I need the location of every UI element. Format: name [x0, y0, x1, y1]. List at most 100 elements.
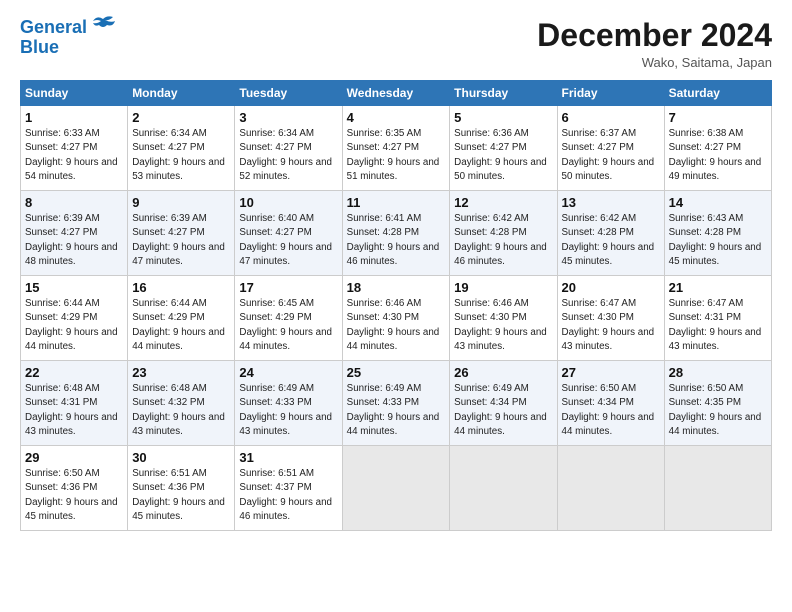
- day-number: 31: [239, 450, 337, 465]
- weekday-header: Friday: [557, 81, 664, 106]
- day-info: Sunrise: 6:51 AM Sunset: 4:36 PM Dayligh…: [132, 467, 230, 524]
- day-number: 24: [239, 365, 337, 380]
- day-info: Sunrise: 6:38 AM Sunset: 4:27 PM Dayligh…: [669, 127, 767, 184]
- calendar-cell: 22 Sunrise: 6:48 AM Sunset: 4:31 PM Dayl…: [21, 361, 128, 446]
- day-info: Sunrise: 6:48 AM Sunset: 4:32 PM Dayligh…: [132, 382, 230, 439]
- day-info: Sunrise: 6:46 AM Sunset: 4:30 PM Dayligh…: [347, 297, 446, 354]
- day-info: Sunrise: 6:40 AM Sunset: 4:27 PM Dayligh…: [239, 212, 337, 269]
- day-number: 15: [25, 280, 123, 295]
- calendar-cell: 1 Sunrise: 6:33 AM Sunset: 4:27 PM Dayli…: [21, 106, 128, 191]
- day-info: Sunrise: 6:49 AM Sunset: 4:34 PM Dayligh…: [454, 382, 552, 439]
- logo-text: General: [20, 18, 87, 38]
- calendar-cell: 30 Sunrise: 6:51 AM Sunset: 4:36 PM Dayl…: [128, 446, 235, 531]
- calendar-cell: [557, 446, 664, 531]
- day-info: Sunrise: 6:45 AM Sunset: 4:29 PM Dayligh…: [239, 297, 337, 354]
- day-number: 29: [25, 450, 123, 465]
- day-info: Sunrise: 6:33 AM Sunset: 4:27 PM Dayligh…: [25, 127, 123, 184]
- day-number: 6: [562, 110, 660, 125]
- month-title: December 2024: [537, 18, 772, 53]
- day-info: Sunrise: 6:42 AM Sunset: 4:28 PM Dayligh…: [454, 212, 552, 269]
- day-number: 4: [347, 110, 446, 125]
- calendar-cell: [342, 446, 450, 531]
- calendar-week-row: 1 Sunrise: 6:33 AM Sunset: 4:27 PM Dayli…: [21, 106, 772, 191]
- day-info: Sunrise: 6:41 AM Sunset: 4:28 PM Dayligh…: [347, 212, 446, 269]
- day-info: Sunrise: 6:39 AM Sunset: 4:27 PM Dayligh…: [25, 212, 123, 269]
- logo-general: General: [20, 17, 87, 37]
- weekday-header: Wednesday: [342, 81, 450, 106]
- day-number: 20: [562, 280, 660, 295]
- day-number: 28: [669, 365, 767, 380]
- weekday-header: Tuesday: [235, 81, 342, 106]
- day-info: Sunrise: 6:35 AM Sunset: 4:27 PM Dayligh…: [347, 127, 446, 184]
- calendar-cell: 26 Sunrise: 6:49 AM Sunset: 4:34 PM Dayl…: [450, 361, 557, 446]
- day-info: Sunrise: 6:47 AM Sunset: 4:30 PM Dayligh…: [562, 297, 660, 354]
- calendar-cell: 27 Sunrise: 6:50 AM Sunset: 4:34 PM Dayl…: [557, 361, 664, 446]
- day-number: 11: [347, 195, 446, 210]
- day-info: Sunrise: 6:50 AM Sunset: 4:34 PM Dayligh…: [562, 382, 660, 439]
- day-info: Sunrise: 6:50 AM Sunset: 4:35 PM Dayligh…: [669, 382, 767, 439]
- day-info: Sunrise: 6:47 AM Sunset: 4:31 PM Dayligh…: [669, 297, 767, 354]
- logo: General Blue: [20, 18, 117, 58]
- logo-blue: Blue: [20, 38, 59, 58]
- calendar-cell: 28 Sunrise: 6:50 AM Sunset: 4:35 PM Dayl…: [664, 361, 771, 446]
- calendar-cell: 7 Sunrise: 6:38 AM Sunset: 4:27 PM Dayli…: [664, 106, 771, 191]
- calendar-cell: 29 Sunrise: 6:50 AM Sunset: 4:36 PM Dayl…: [21, 446, 128, 531]
- day-info: Sunrise: 6:39 AM Sunset: 4:27 PM Dayligh…: [132, 212, 230, 269]
- day-info: Sunrise: 6:34 AM Sunset: 4:27 PM Dayligh…: [239, 127, 337, 184]
- day-info: Sunrise: 6:42 AM Sunset: 4:28 PM Dayligh…: [562, 212, 660, 269]
- day-number: 5: [454, 110, 552, 125]
- calendar-cell: 16 Sunrise: 6:44 AM Sunset: 4:29 PM Dayl…: [128, 276, 235, 361]
- day-number: 7: [669, 110, 767, 125]
- calendar-cell: 6 Sunrise: 6:37 AM Sunset: 4:27 PM Dayli…: [557, 106, 664, 191]
- day-info: Sunrise: 6:44 AM Sunset: 4:29 PM Dayligh…: [25, 297, 123, 354]
- day-number: 30: [132, 450, 230, 465]
- day-number: 13: [562, 195, 660, 210]
- day-number: 27: [562, 365, 660, 380]
- day-number: 25: [347, 365, 446, 380]
- day-info: Sunrise: 6:49 AM Sunset: 4:33 PM Dayligh…: [347, 382, 446, 439]
- day-number: 17: [239, 280, 337, 295]
- day-number: 14: [669, 195, 767, 210]
- day-number: 12: [454, 195, 552, 210]
- day-info: Sunrise: 6:34 AM Sunset: 4:27 PM Dayligh…: [132, 127, 230, 184]
- page: General Blue December 2024 Wako, Saitama…: [0, 0, 792, 612]
- title-block: December 2024 Wako, Saitama, Japan: [537, 18, 772, 70]
- day-info: Sunrise: 6:36 AM Sunset: 4:27 PM Dayligh…: [454, 127, 552, 184]
- weekday-header: Saturday: [664, 81, 771, 106]
- calendar-cell: 5 Sunrise: 6:36 AM Sunset: 4:27 PM Dayli…: [450, 106, 557, 191]
- calendar-cell: 31 Sunrise: 6:51 AM Sunset: 4:37 PM Dayl…: [235, 446, 342, 531]
- day-info: Sunrise: 6:37 AM Sunset: 4:27 PM Dayligh…: [562, 127, 660, 184]
- day-number: 21: [669, 280, 767, 295]
- day-info: Sunrise: 6:48 AM Sunset: 4:31 PM Dayligh…: [25, 382, 123, 439]
- day-number: 18: [347, 280, 446, 295]
- header: General Blue December 2024 Wako, Saitama…: [20, 18, 772, 70]
- calendar-cell: 24 Sunrise: 6:49 AM Sunset: 4:33 PM Dayl…: [235, 361, 342, 446]
- calendar-week-row: 15 Sunrise: 6:44 AM Sunset: 4:29 PM Dayl…: [21, 276, 772, 361]
- calendar-cell: 17 Sunrise: 6:45 AM Sunset: 4:29 PM Dayl…: [235, 276, 342, 361]
- day-number: 8: [25, 195, 123, 210]
- day-info: Sunrise: 6:46 AM Sunset: 4:30 PM Dayligh…: [454, 297, 552, 354]
- calendar-week-row: 22 Sunrise: 6:48 AM Sunset: 4:31 PM Dayl…: [21, 361, 772, 446]
- weekday-header: Sunday: [21, 81, 128, 106]
- day-number: 26: [454, 365, 552, 380]
- day-number: 22: [25, 365, 123, 380]
- day-info: Sunrise: 6:51 AM Sunset: 4:37 PM Dayligh…: [239, 467, 337, 524]
- calendar-cell: 13 Sunrise: 6:42 AM Sunset: 4:28 PM Dayl…: [557, 191, 664, 276]
- calendar-cell: 20 Sunrise: 6:47 AM Sunset: 4:30 PM Dayl…: [557, 276, 664, 361]
- calendar-cell: 11 Sunrise: 6:41 AM Sunset: 4:28 PM Dayl…: [342, 191, 450, 276]
- calendar-table: SundayMondayTuesdayWednesdayThursdayFrid…: [20, 80, 772, 531]
- calendar-cell: 12 Sunrise: 6:42 AM Sunset: 4:28 PM Dayl…: [450, 191, 557, 276]
- calendar-cell: [450, 446, 557, 531]
- weekday-header: Monday: [128, 81, 235, 106]
- calendar-cell: 4 Sunrise: 6:35 AM Sunset: 4:27 PM Dayli…: [342, 106, 450, 191]
- logo-bird-icon: [89, 15, 117, 33]
- calendar-cell: 14 Sunrise: 6:43 AM Sunset: 4:28 PM Dayl…: [664, 191, 771, 276]
- day-number: 2: [132, 110, 230, 125]
- day-number: 9: [132, 195, 230, 210]
- day-info: Sunrise: 6:50 AM Sunset: 4:36 PM Dayligh…: [25, 467, 123, 524]
- calendar-cell: 18 Sunrise: 6:46 AM Sunset: 4:30 PM Dayl…: [342, 276, 450, 361]
- calendar-cell: 25 Sunrise: 6:49 AM Sunset: 4:33 PM Dayl…: [342, 361, 450, 446]
- calendar-week-row: 8 Sunrise: 6:39 AM Sunset: 4:27 PM Dayli…: [21, 191, 772, 276]
- day-info: Sunrise: 6:44 AM Sunset: 4:29 PM Dayligh…: [132, 297, 230, 354]
- calendar-cell: 2 Sunrise: 6:34 AM Sunset: 4:27 PM Dayli…: [128, 106, 235, 191]
